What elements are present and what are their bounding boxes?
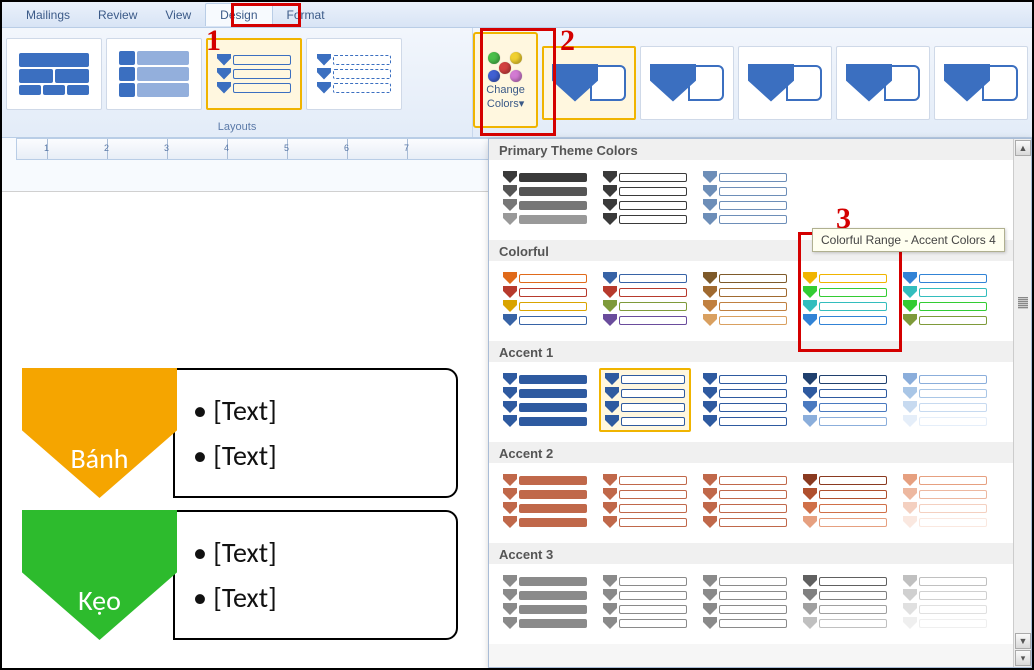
change-colors-icon <box>486 50 526 82</box>
color-swatch[interactable] <box>499 570 591 634</box>
color-swatch[interactable] <box>899 570 991 634</box>
scroll-handle[interactable] <box>1018 297 1028 309</box>
smartart-styles <box>538 28 1032 137</box>
scroll-more-icon[interactable]: ▾ <box>1015 650 1031 666</box>
color-swatch[interactable] <box>799 368 891 432</box>
color-swatch[interactable] <box>799 469 891 533</box>
smartart-chevron-2-label: Kẹo <box>78 583 121 618</box>
color-swatch[interactable] <box>899 368 991 432</box>
ribbon: Layouts Change Colors▾ <box>2 28 1032 138</box>
color-swatch[interactable] <box>499 267 591 331</box>
tab-view[interactable]: View <box>151 4 205 26</box>
style-thumb-1-selected[interactable] <box>542 46 636 120</box>
scroll-up-icon[interactable]: ▲ <box>1015 140 1031 156</box>
style-thumb-4[interactable] <box>836 46 930 120</box>
change-colors-panel: Primary Theme ColorsColorfulAccent 1Acce… <box>488 138 1032 668</box>
change-colors-label-1: Change <box>486 84 525 96</box>
color-category-header: Accent 1 <box>489 341 1031 362</box>
color-swatch-row <box>489 261 1031 341</box>
smartart-graphic[interactable]: Bánh • [Text] • [Text] Kẹo • [Text] • [T… <box>22 368 458 652</box>
color-swatch-row <box>489 463 1031 543</box>
color-swatch[interactable] <box>599 166 691 230</box>
smartart-bullet-2-1[interactable]: • [Text] <box>193 535 438 570</box>
style-thumb-2[interactable] <box>640 46 734 120</box>
smartart-row-2[interactable]: Kẹo • [Text] • [Text] <box>22 510 458 640</box>
smartart-chevron-2[interactable]: Kẹo <box>22 510 177 640</box>
color-swatch[interactable] <box>699 469 791 533</box>
style-thumb-3[interactable] <box>738 46 832 120</box>
color-tooltip: Colorful Range - Accent Colors 4 <box>812 228 1005 252</box>
smartart-bullet-1-2[interactable]: • [Text] <box>193 438 438 473</box>
color-swatch[interactable] <box>699 368 791 432</box>
change-colors-label-2: Colors▾ <box>487 98 524 110</box>
style-thumb-5[interactable] <box>934 46 1028 120</box>
color-swatch-row <box>489 362 1031 442</box>
scroll-down-icon[interactable]: ▼ <box>1015 633 1031 649</box>
smartart-chevron-1-label: Bánh <box>70 441 128 476</box>
color-category-header: Primary Theme Colors <box>489 139 1031 160</box>
smartart-bullet-1-1[interactable]: • [Text] <box>193 393 438 428</box>
smartart-chevron-1[interactable]: Bánh <box>22 368 177 498</box>
color-swatch[interactable] <box>599 267 691 331</box>
color-swatch[interactable] <box>699 570 791 634</box>
color-swatch[interactable] <box>799 570 891 634</box>
color-swatch[interactable] <box>599 469 691 533</box>
layout-thumb-3-selected[interactable] <box>206 38 302 110</box>
tab-review[interactable]: Review <box>84 4 151 26</box>
smartart-row-1[interactable]: Bánh • [Text] • [Text] <box>22 368 458 498</box>
color-swatch[interactable] <box>699 267 791 331</box>
smartart-bullet-2-2[interactable]: • [Text] <box>193 580 438 615</box>
color-swatch-row <box>489 564 1031 644</box>
tab-design[interactable]: Design <box>205 3 272 26</box>
ribbon-tabs: Mailings Review View Design Format <box>2 2 1032 28</box>
color-swatch[interactable] <box>899 469 991 533</box>
color-swatch[interactable] <box>899 267 991 331</box>
panel-scrollbar[interactable]: ▲ ▼ ▾ <box>1013 139 1031 667</box>
layout-thumb-4[interactable] <box>306 38 402 110</box>
color-swatch[interactable] <box>599 368 691 432</box>
tab-mailings[interactable]: Mailings <box>12 4 84 26</box>
color-swatch[interactable] <box>499 368 591 432</box>
color-swatch[interactable] <box>799 267 891 331</box>
change-colors-button[interactable]: Change Colors▾ <box>473 32 538 128</box>
group-layouts: Layouts <box>2 28 473 137</box>
color-category-header: Accent 2 <box>489 442 1031 463</box>
color-swatch[interactable] <box>499 469 591 533</box>
color-swatch[interactable] <box>499 166 591 230</box>
smartart-textbox-2[interactable]: • [Text] • [Text] <box>173 510 458 640</box>
layout-thumb-1[interactable] <box>6 38 102 110</box>
color-swatch[interactable] <box>599 570 691 634</box>
layout-thumb-2[interactable] <box>106 38 202 110</box>
smartart-textbox-1[interactable]: • [Text] • [Text] <box>173 368 458 498</box>
tab-format[interactable]: Format <box>273 4 339 26</box>
group-layouts-label: Layouts <box>2 119 472 137</box>
color-category-header: Accent 3 <box>489 543 1031 564</box>
color-swatch[interactable] <box>699 166 791 230</box>
